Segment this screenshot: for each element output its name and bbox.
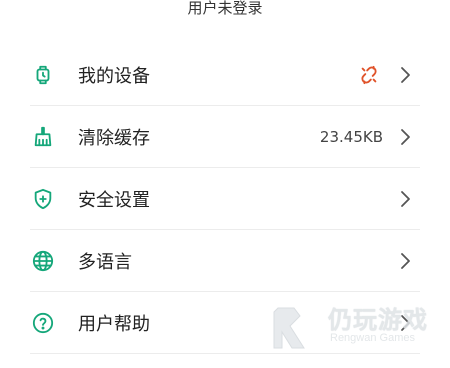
menu-item-label: 多语言 [78, 252, 132, 273]
watch-icon [31, 63, 55, 87]
cache-size-value: 23.45KB [319, 128, 383, 146]
chevron-right-icon [398, 65, 412, 85]
menu-item-my-devices[interactable]: 我的设备 [0, 44, 450, 106]
menu-item-clear-cache[interactable]: 清除缓存 23.45KB [0, 106, 450, 168]
menu-item-label: 我的设备 [78, 66, 150, 87]
chevron-right-icon [398, 251, 412, 271]
menu-item-label: 用户帮助 [78, 314, 150, 335]
broken-link-icon [358, 64, 380, 86]
help-circle-icon [31, 311, 55, 335]
page-title: 用户未登录 [187, 0, 263, 17]
settings-menu: 我的设备 清除缓存 23.45KB 安全设置 多语言 用户帮助 [0, 44, 450, 354]
globe-icon [31, 249, 55, 273]
chevron-right-icon [398, 127, 412, 147]
menu-item-label: 安全设置 [78, 190, 150, 211]
menu-item-security-settings[interactable]: 安全设置 [0, 168, 450, 230]
divider [30, 353, 420, 354]
menu-item-language[interactable]: 多语言 [0, 230, 450, 292]
chevron-right-icon [398, 313, 412, 333]
menu-item-label: 清除缓存 [78, 128, 150, 149]
menu-item-user-help[interactable]: 用户帮助 [0, 292, 450, 354]
shield-icon [31, 187, 55, 211]
chevron-right-icon [398, 189, 412, 209]
broom-icon [31, 125, 55, 149]
